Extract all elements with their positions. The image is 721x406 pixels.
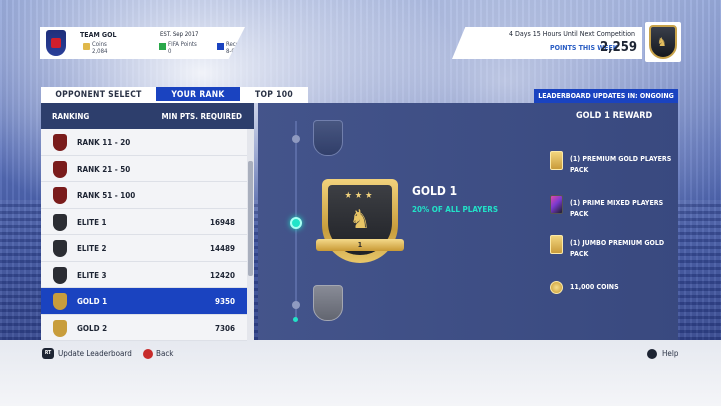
reward-text: 11,000 COINS — [570, 283, 619, 291]
row-label: ELITE 2 — [77, 244, 107, 253]
badge-ribbon-number: 1 — [316, 239, 404, 251]
ranking-panel: RANKING MIN PTS. REQUIRED RANK 11 - 20 R… — [41, 103, 254, 341]
scrollbar-thumb[interactable] — [248, 161, 253, 276]
list-item-elite-3[interactable]: ELITE 3 12420 — [41, 262, 247, 288]
elite-badge-icon — [313, 120, 343, 156]
reward-text: (1) JUMBO PREMIUM GOLD PACK — [570, 239, 665, 258]
list-item-rank-51-100[interactable]: RANK 51 - 100 — [41, 182, 247, 209]
row-label: ELITE 3 — [77, 270, 107, 280]
rank-badge-icon — [53, 240, 67, 257]
fifa-points-stat: FIFA Points 0 — [159, 41, 197, 55]
tab-bar: OPPONENT SELECT YOUR RANK TOP 100 — [41, 87, 308, 103]
row-label: RANK 51 - 100 — [77, 191, 136, 200]
timeline-dot — [292, 135, 300, 143]
gold-1-badge-icon: ★★★ ♞ 1 — [316, 179, 404, 269]
rank-badge-icon — [53, 293, 67, 310]
ranking-column-header: RANKING — [52, 112, 90, 121]
row-points: 9350 — [214, 297, 235, 306]
list-item-elite-1[interactable]: ELITE 1 16948 — [41, 209, 247, 235]
row-label: RANK 11 - 20 — [77, 138, 131, 147]
list-item-gold-2[interactable]: GOLD 2 7306 — [41, 315, 247, 341]
rank-badge-icon — [53, 266, 67, 284]
points-this-week-value: 2,259 — [600, 40, 637, 55]
row-points: 7306 — [214, 323, 235, 333]
list-item-rank-11-20[interactable]: RANK 11 - 20 — [41, 129, 247, 156]
row-label: RANK 21 - 50 — [77, 164, 131, 174]
back-button[interactable]: Back — [156, 349, 173, 358]
gold-pack-icon — [550, 235, 563, 254]
rank-badge-icon — [53, 213, 67, 231]
tier-name: GOLD 1 — [412, 184, 458, 198]
list-item-gold-1[interactable]: GOLD 1 9350 — [41, 288, 247, 315]
fifa-points-icon — [159, 43, 166, 50]
reward-text: (1) PRIME MIXED PLAYERS PACK — [570, 199, 664, 218]
list-item-elite-2[interactable]: ELITE 2 14489 — [41, 235, 247, 262]
b-button-icon — [143, 349, 153, 359]
ranking-list: RANK 11 - 20 RANK 21 - 50 RANK 51 - 100 … — [41, 129, 247, 341]
coins-label: Coins — [92, 41, 107, 48]
row-label: GOLD 1 — [77, 297, 108, 306]
club-info-card: TEAM GOL EST. Sep 2017 Coins 2,084 FIFA … — [40, 27, 245, 59]
tab-top-100[interactable]: TOP 100 — [240, 87, 308, 103]
ranking-header: RANKING MIN PTS. REQUIRED — [41, 103, 254, 129]
rank-detail-panel: ★★★ ♞ 1 GOLD 1 20% OF ALL PLAYERS GOLD 1… — [258, 103, 678, 340]
gold-pack-icon — [550, 151, 563, 170]
record-icon — [217, 43, 224, 50]
tab-opponent-select[interactable]: OPPONENT SELECT — [41, 87, 156, 103]
list-item-rank-21-50[interactable]: RANK 21 - 50 — [41, 156, 247, 182]
gold-shield-icon: ♞ — [649, 25, 677, 59]
club-name: TEAM GOL — [80, 31, 117, 39]
coins-stat: Coins 2,084 — [83, 41, 108, 55]
rank-badge-icon — [53, 187, 67, 204]
row-points: 12420 — [209, 270, 235, 280]
timeline-dot-active — [290, 217, 302, 229]
min-pts-column-header: MIN PTS. REQUIRED — [161, 112, 242, 121]
rank-badge-icon — [53, 134, 67, 151]
tab-your-rank[interactable]: YOUR RANK — [156, 87, 240, 103]
fifa-points-label: FIFA Points — [168, 41, 197, 48]
timeline-dot-small — [293, 317, 298, 322]
coins-icon — [550, 281, 563, 294]
club-crest-icon — [46, 30, 66, 56]
row-points: 14489 — [209, 244, 235, 253]
row-label: GOLD 2 — [77, 323, 108, 333]
rt-button-icon: RT — [42, 348, 54, 359]
tier-percentage: 20% OF ALL PLAYERS — [412, 205, 499, 214]
gold-2-badge-icon — [313, 285, 343, 321]
mixed-pack-icon — [550, 195, 563, 214]
reward-title: GOLD 1 REWARD — [576, 111, 653, 121]
coins-icon — [83, 43, 90, 50]
rank-badge-icon — [53, 319, 67, 337]
current-rank-badge: ♞ — [645, 22, 681, 62]
competition-countdown: 4 Days 15 Hours Until Next Competition — [509, 30, 635, 38]
fifa-points-value: 0 — [168, 48, 172, 55]
rank-badge-icon — [53, 160, 67, 178]
x-button-icon — [647, 349, 657, 359]
ranking-scrollbar[interactable] — [247, 129, 254, 340]
club-established: EST. Sep 2017 — [160, 31, 199, 38]
competition-card: 4 Days 15 Hours Until Next Competition P… — [452, 27, 642, 59]
coins-value: 2,084 — [92, 48, 108, 55]
help-button[interactable]: Help — [662, 349, 678, 358]
row-points: 16948 — [209, 217, 235, 227]
reward-text: (1) PREMIUM GOLD PLAYERS PACK — [570, 155, 672, 174]
leaderboard-status-banner: LEADERBOARD UPDATES IN: ONGOING — [534, 89, 678, 103]
row-label: ELITE 1 — [77, 217, 107, 227]
timeline-dot — [292, 301, 300, 309]
update-leaderboard-button[interactable]: Update Leaderboard — [58, 349, 132, 358]
